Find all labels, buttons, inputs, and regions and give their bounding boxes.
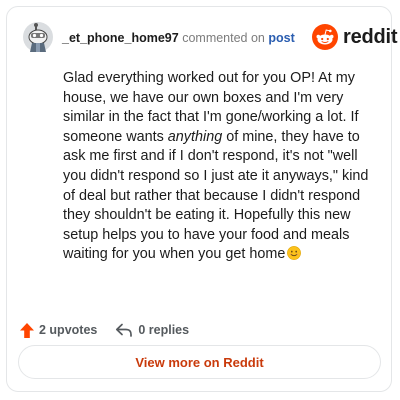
- comment-body: Glad everything worked out for you OP! A…: [63, 69, 381, 265]
- view-more-label: View more on Reddit: [135, 354, 264, 370]
- comment-embed-card: _et_phone_home97 commented on post reddi…: [6, 6, 398, 392]
- smiling-face-emoji-icon: [287, 246, 302, 261]
- reddit-wordmark: reddit: [343, 25, 398, 48]
- comment-text-part2: of mine, they have to ask me first and i…: [63, 128, 369, 263]
- replies-button[interactable]: 0 replies: [115, 323, 189, 337]
- reddit-logo[interactable]: reddit: [312, 21, 398, 53]
- replies-count: 0 replies: [138, 323, 190, 337]
- username-link[interactable]: _et_phone_home97: [62, 31, 179, 45]
- reply-arrow-icon: [116, 323, 133, 337]
- action-text: commented on: [182, 31, 265, 45]
- upvotes-count: 2 upvotes: [39, 323, 98, 337]
- view-more-on-reddit-button[interactable]: View more on Reddit: [18, 345, 381, 379]
- reddit-snoo-icon: [312, 24, 338, 50]
- post-link[interactable]: post: [268, 31, 294, 45]
- upvote-button[interactable]: 2 upvotes: [19, 322, 97, 339]
- comment-footer: 2 upvotes 0 replies: [19, 320, 189, 340]
- upvote-arrow-icon: [20, 322, 34, 338]
- avatar[interactable]: [23, 22, 53, 52]
- comment-header: _et_phone_home97 commented on post: [62, 30, 295, 46]
- snoo-avatar-icon: [23, 22, 53, 52]
- comment-text-italic: anything: [167, 128, 223, 145]
